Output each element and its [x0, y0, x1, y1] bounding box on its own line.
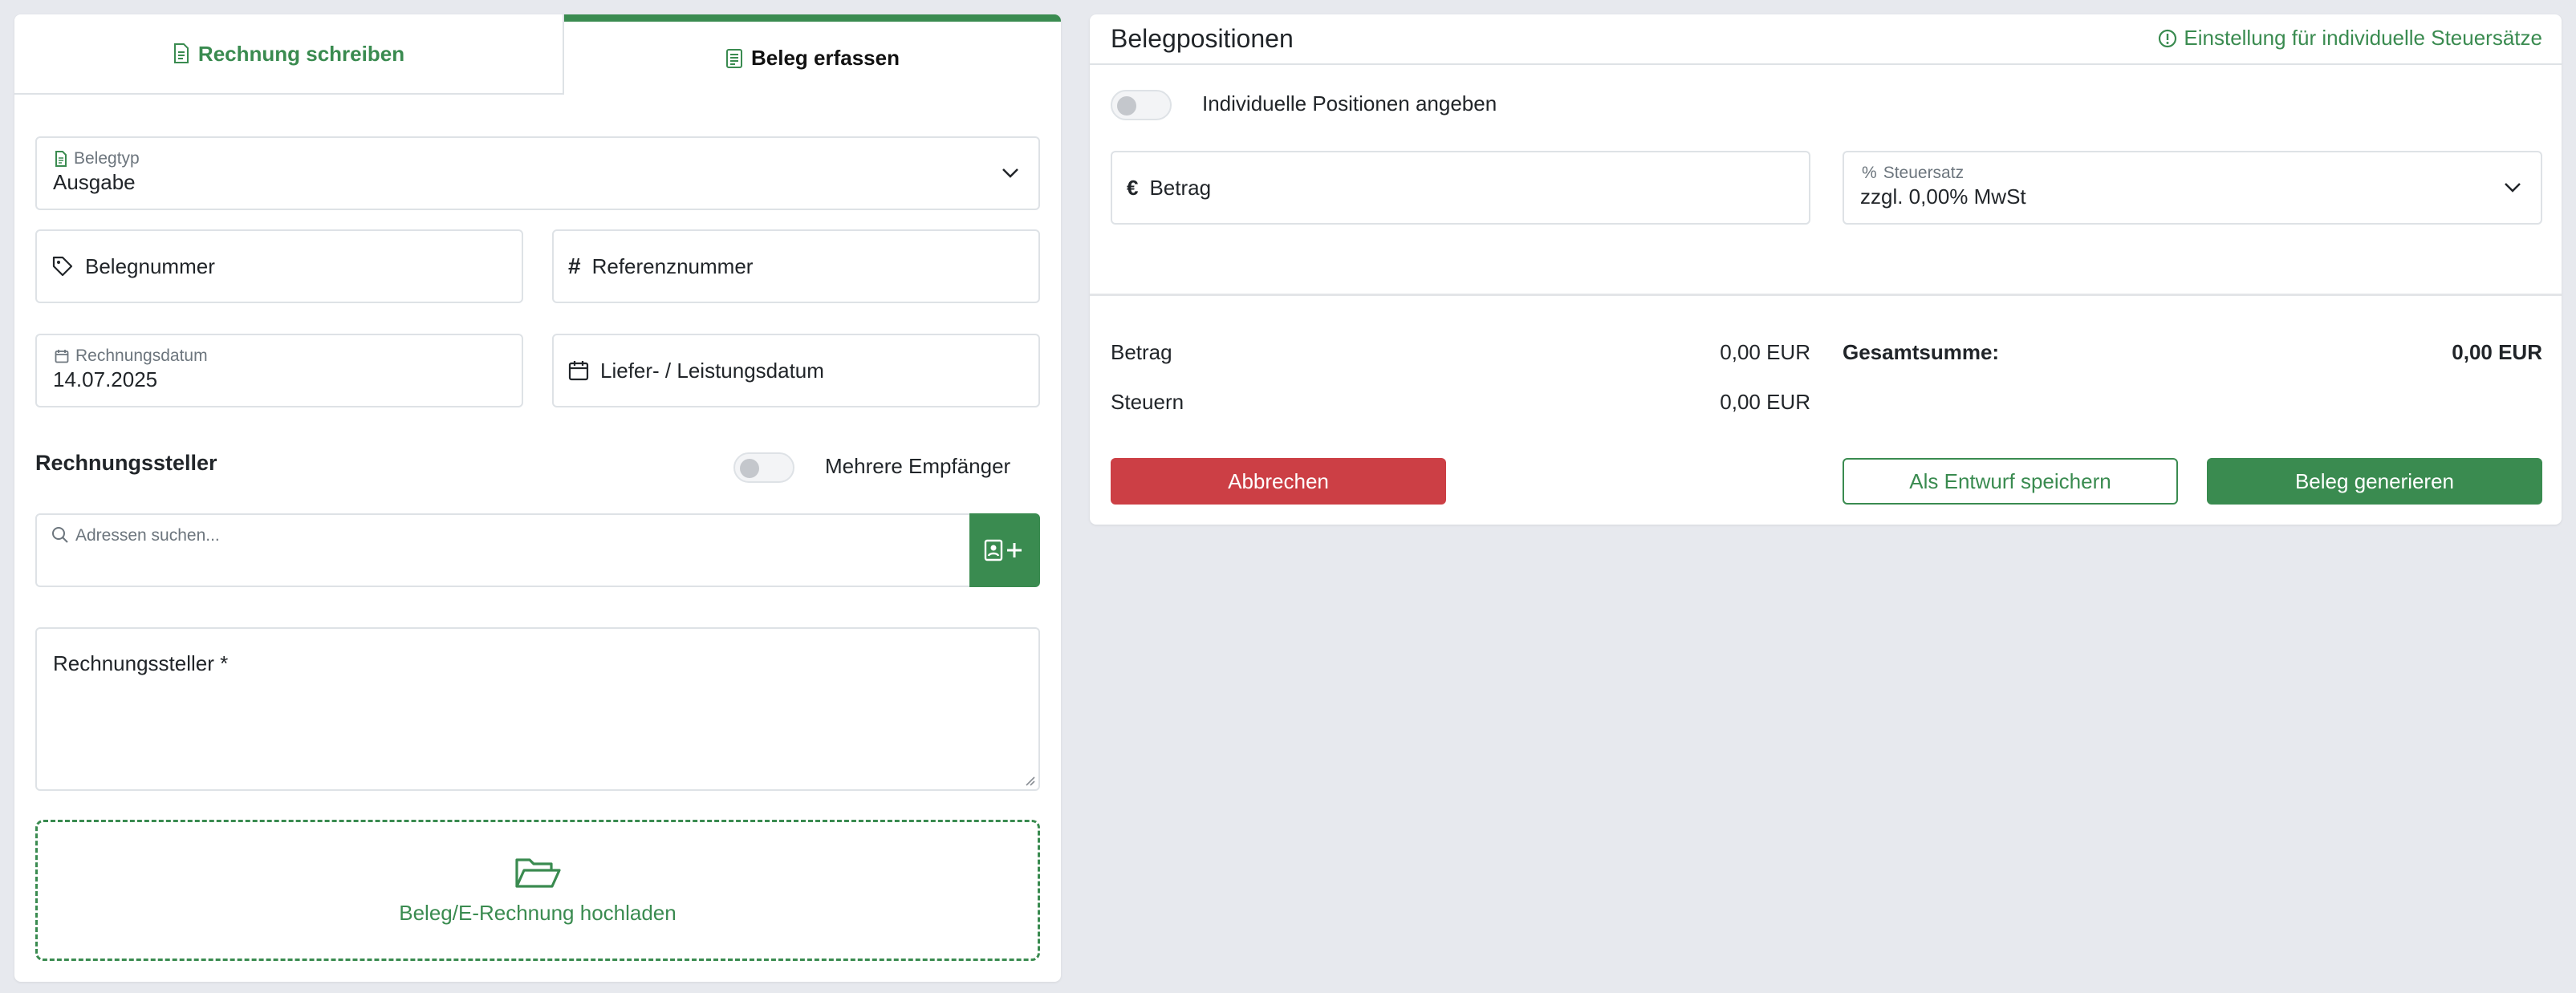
mehrere-empfaenger-toggle[interactable] [733, 452, 794, 483]
folder-open-icon [515, 857, 561, 888]
steuern-label: Steuern [1111, 390, 1184, 414]
tag-icon [52, 256, 73, 277]
positions-card: Belegpositionen Einstellung für individu… [1090, 14, 2562, 525]
belegtyp-label: Belegtyp [74, 149, 140, 168]
gesamtsumme-value: 0,00 EUR [2452, 340, 2542, 364]
belegnummer-placeholder: Belegnummer [85, 253, 215, 278]
referenznummer-field[interactable]: # Referenznummer [552, 229, 1040, 303]
gesamtsumme-label: Gesamtsumme: [1843, 340, 2000, 364]
belegtyp-select[interactable]: Belegtyp Ausgabe [35, 136, 1040, 210]
steuersatz-value: zzgl. 0,00% MwSt [1860, 184, 2026, 209]
belegtyp-label-wrap: Belegtyp [55, 149, 140, 168]
save-draft-button[interactable]: Als Entwurf speichern [1843, 458, 2178, 505]
tab-label: Beleg erfassen [751, 46, 900, 70]
tax-settings-link[interactable]: Einstellung für individuelle Steuersätze [2158, 26, 2542, 51]
calendar-icon [568, 361, 589, 381]
rechnungsdatum-value: 14.07.2025 [53, 367, 158, 391]
lieferdatum-field[interactable]: Liefer- / Leistungsdatum [552, 334, 1040, 407]
belegnummer-field[interactable]: Belegnummer [35, 229, 523, 303]
lieferdatum-placeholder: Liefer- / Leistungsdatum [600, 358, 824, 383]
cancel-button[interactable]: Abbrechen [1111, 458, 1446, 505]
upload-dropzone[interactable]: Beleg/E-Rechnung hochladen [35, 820, 1040, 961]
chevron-down-icon [1002, 168, 1018, 178]
calendar-icon [55, 350, 69, 363]
generate-receipt-button[interactable]: Beleg generieren [2207, 458, 2542, 505]
tab-label: Rechnung schreiben [197, 41, 405, 66]
tab-rechnung-schreiben[interactable]: Rechnung schreiben [14, 14, 564, 95]
address-search-field[interactable]: Adressen suchen... [35, 513, 984, 587]
positions-title: Belegpositionen [1111, 24, 1294, 53]
referenznummer-placeholder-wrap: # Referenznummer [568, 231, 753, 302]
rechnungssteller-title: Rechnungssteller [35, 451, 217, 475]
betrag-placeholder-wrap: € Betrag [1127, 152, 1211, 223]
form-tabs: Rechnung schreiben Beleg erfassen [14, 14, 1061, 95]
betrag-placeholder: Betrag [1149, 175, 1212, 200]
betrag-field[interactable]: € Betrag [1111, 151, 1810, 225]
rechnungssteller-textarea-label: Rechnungssteller * [53, 651, 229, 675]
belegtyp-value: Ausgabe [53, 170, 136, 194]
receipt-icon [726, 48, 742, 68]
steuersatz-select[interactable]: % Steuersatz zzgl. 0,00% MwSt [1843, 151, 2542, 225]
referenznummer-placeholder: Referenznummer [591, 253, 754, 278]
add-contact-icon [984, 539, 1022, 561]
address-search-placeholder: Adressen suchen... [75, 526, 220, 545]
betrag-sum-label: Betrag [1111, 340, 1172, 364]
steuersatz-label: Steuersatz [1883, 164, 1965, 182]
rechnungsdatum-label: Rechnungsdatum [75, 347, 208, 365]
individual-positions-label: Individuelle Positionen angeben [1202, 91, 1497, 116]
belegnummer-placeholder-wrap: Belegnummer [51, 231, 215, 302]
receipt-form-card: Rechnung schreiben Beleg erfassen Belegt… [14, 14, 1061, 982]
individual-positions-toggle[interactable] [1111, 90, 1172, 120]
document-icon [55, 151, 67, 167]
toggle-knob [740, 459, 759, 478]
resize-handle-icon[interactable] [1022, 773, 1035, 786]
hash-icon: # [568, 253, 581, 278]
info-circle-icon [2159, 29, 2177, 47]
percent-icon: % [1862, 164, 1877, 182]
tab-beleg-erfassen[interactable]: Beleg erfassen [564, 14, 1061, 95]
steuern-value: 0,00 EUR [1720, 390, 1810, 414]
upload-label: Beleg/E-Rechnung hochladen [399, 900, 677, 925]
lieferdatum-placeholder-wrap: Liefer- / Leistungsdatum [568, 335, 824, 406]
betrag-sum-value: 0,00 EUR [1720, 340, 1810, 364]
search-icon [52, 527, 68, 543]
toggle-knob [1117, 96, 1136, 116]
document-icon [173, 43, 189, 63]
add-contact-button[interactable] [969, 513, 1040, 587]
chevron-down-icon [2505, 183, 2521, 193]
rechnungsdatum-label-wrap: Rechnungsdatum [55, 347, 208, 366]
rechnungssteller-textarea[interactable]: Rechnungssteller * [35, 627, 1040, 791]
mehrere-empfaenger-label: Mehrere Empfänger [825, 454, 1011, 478]
euro-icon: € [1127, 175, 1139, 200]
section-divider [1090, 294, 2562, 296]
steuersatz-label-wrap: % Steuersatz [1862, 164, 1964, 183]
positions-header: Belegpositionen Einstellung für individu… [1090, 14, 2562, 65]
tax-settings-label: Einstellung für individuelle Steuersätze [2184, 26, 2542, 50]
rechnungsdatum-field[interactable]: Rechnungsdatum 14.07.2025 [35, 334, 523, 407]
